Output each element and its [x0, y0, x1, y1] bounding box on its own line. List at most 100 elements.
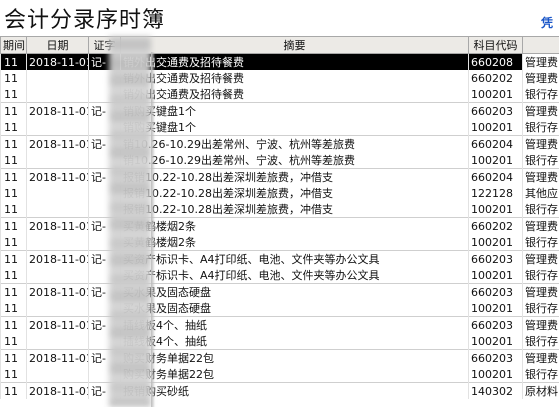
table-row[interactable]: 11 销外出交通费及招待餐费 660202 管理费	[0, 70, 559, 86]
table-row[interactable]: 11 购买财务单据22包 100201 银行存	[0, 366, 559, 383]
cell-period: 11	[0, 119, 27, 136]
cell-summary: 买资产标识卡、A4打印纸、电池、文件夹等办公文具	[120, 267, 469, 284]
table-row[interactable]: 11 2018-11-01 记- 报销购买砂纸 140302 原材料	[0, 382, 559, 399]
cell-account-code: 660203	[468, 316, 523, 333]
cell-date: 2018-11-01	[26, 382, 89, 399]
cell-period: 11	[0, 168, 27, 185]
cell-account-name: 银行存	[522, 267, 559, 284]
cell-summary: 销外出交通费及招待餐费	[120, 53, 469, 70]
cell-account-name: 管理费	[522, 168, 559, 185]
cell-account-name: 其他应	[522, 185, 559, 201]
cell-summary: 销购买键盘1个	[120, 102, 469, 119]
cell-account-code: 100201	[468, 267, 523, 284]
cell-date: 2018-11-01	[26, 283, 89, 300]
cell-account-code: 660208	[468, 53, 523, 70]
cell-account-name: 管理费	[522, 217, 559, 234]
cell-account-code: 100201	[468, 201, 523, 218]
col-header-account-code[interactable]: 科目代码	[468, 36, 523, 54]
table-row[interactable]: 11 买黄鹤楼烟2条 100201 银行存	[0, 234, 559, 251]
table-row[interactable]: 11 2018-11-01 记- 销购买键盘1个 660203 管理费	[0, 102, 559, 119]
journal-grid: 期间 日期 证字 摘要 科目代码 11 2018-11-01 记- 销外出交通费及招待…	[0, 36, 559, 407]
table-row[interactable]: 11 2018-11-01 记- 报销10.22-10.28出差深圳差旅费，冲借支 66…	[0, 168, 559, 185]
cell-summary: 销外出交通费及招待餐费	[120, 86, 469, 103]
cell-date	[26, 267, 89, 284]
voucher-link[interactable]: 凭	[541, 14, 553, 31]
cell-date	[26, 185, 89, 201]
cell-account-name: 管理费	[522, 135, 559, 152]
cell-date: 2018-11-01	[26, 168, 89, 185]
cell-summary: 买水果及固态硬盘	[120, 283, 469, 300]
cell-period: 11	[0, 102, 27, 119]
table-row[interactable]: 11 2018-11-01 记- 销10.26-10.29出差常州、宁波、杭州等差旅费…	[0, 135, 559, 152]
cell-account-name: 银行存	[522, 234, 559, 251]
cell-period: 11	[0, 152, 27, 169]
cell-account-name: 管理费	[522, 70, 559, 86]
cell-summary: 销10.26-10.29出差常州、宁波、杭州等差旅费	[120, 152, 469, 169]
table-row[interactable]: 11 销外出交通费及招待餐费 100201 银行存	[0, 86, 559, 103]
cell-summary: 报销10.22-10.28出差深圳差旅费，冲借支	[120, 201, 469, 218]
cell-account-code: 122128	[468, 185, 523, 201]
cell-summary: 报销购买砂纸	[120, 382, 469, 399]
cell-date	[26, 333, 89, 350]
cell-date	[26, 201, 89, 218]
table-row[interactable]: 11 销购买键盘1个 100201 银行存	[0, 119, 559, 136]
cell-date	[26, 300, 89, 317]
cell-period: 11	[0, 333, 27, 350]
cell-period: 11	[0, 53, 27, 70]
cell-period: 11	[0, 201, 27, 218]
col-header-summary[interactable]: 摘要	[120, 36, 469, 54]
cell-account-code: 660203	[468, 102, 523, 119]
cell-summary: 买黄鹤楼烟2条	[120, 217, 469, 234]
table-row[interactable]: 11 2018-11-01 记- 买黄鹤楼烟2条 660202 管理费	[0, 217, 559, 234]
table-row[interactable]: 11 2018-11-01 记- 插线板4个、抽纸 660203 管理费	[0, 316, 559, 333]
cell-date	[26, 86, 89, 103]
cell-summary: 销10.26-10.29出差常州、宁波、杭州等差旅费	[120, 135, 469, 152]
cell-account-name: 原材料	[522, 382, 559, 399]
table-row[interactable]: 11 报销10.22-10.28出差深圳差旅费，冲借支 100201 银行存	[0, 201, 559, 218]
table-row[interactable]: 11 2018-11-01 记- 买资产标识卡、A4打印纸、电池、文件夹等办公文具 66…	[0, 250, 559, 267]
cell-date	[26, 70, 89, 86]
privacy-blur-edge	[151, 52, 155, 407]
cell-account-name: 银行存	[522, 366, 559, 383]
cell-date: 2018-11-01	[26, 135, 89, 152]
table-row[interactable]: 11 2018-11-01 记- 购买财务单据22包 660203 管理费	[0, 349, 559, 366]
cell-date: 2018-11-01	[26, 316, 89, 333]
cell-period: 11	[0, 349, 27, 366]
cell-account-name: 管理费	[522, 283, 559, 300]
table-row[interactable]: 11 买资产标识卡、A4打印纸、电池、文件夹等办公文具 100201 银行存	[0, 267, 559, 284]
cell-period: 11	[0, 135, 27, 152]
cell-date: 2018-11-01	[26, 53, 89, 70]
cell-account-code: 660202	[468, 70, 523, 86]
cell-account-name: 管理费	[522, 316, 559, 333]
cell-date	[26, 152, 89, 169]
cell-account-name: 管理费	[522, 102, 559, 119]
cell-date: 2018-11-01	[26, 349, 89, 366]
table-row[interactable]: 11 2018-11-01 记- 买水果及固态硬盘 660203 管理费	[0, 283, 559, 300]
cell-date: 2018-11-01	[26, 250, 89, 267]
cell-period: 11	[0, 382, 27, 399]
col-header-date[interactable]: 日期	[26, 36, 89, 54]
cell-account-code: 660203	[468, 250, 523, 267]
cell-period: 11	[0, 316, 27, 333]
col-header-period[interactable]: 期间	[0, 36, 27, 54]
cell-account-code: 100201	[468, 234, 523, 251]
cell-account-name: 银行存	[522, 333, 559, 350]
cell-period: 11	[0, 234, 27, 251]
table-row[interactable]: 11 销10.26-10.29出差常州、宁波、杭州等差旅费 100201 银行存	[0, 152, 559, 169]
journal-table: 期间 日期 证字 摘要 科目代码 11 2018-11-01 记- 销外出交通费及招待…	[0, 36, 559, 399]
cell-period: 11	[0, 86, 27, 103]
cell-period: 11	[0, 283, 27, 300]
cell-summary: 报销10.22-10.28出差深圳差旅费，冲借支	[120, 168, 469, 185]
cell-summary: 买资产标识卡、A4打印纸、电池、文件夹等办公文具	[120, 250, 469, 267]
cell-account-name: 管理费	[522, 250, 559, 267]
table-row[interactable]: 11 买水果及固态硬盘 100201 银行存	[0, 300, 559, 317]
cell-account-code: 660203	[468, 349, 523, 366]
cell-account-name: 银行存	[522, 119, 559, 136]
cell-account-name: 银行存	[522, 152, 559, 169]
cell-summary: 插线板4个、抽纸	[120, 316, 469, 333]
table-row[interactable]: 11 报销10.22-10.28出差深圳差旅费，冲借支 122128 其他应	[0, 185, 559, 201]
col-header-account-name[interactable]	[522, 36, 559, 54]
cell-account-code: 100201	[468, 119, 523, 136]
table-row[interactable]: 11 2018-11-01 记- 销外出交通费及招待餐费 660208 管理费	[0, 53, 559, 70]
table-row[interactable]: 11 插线板4个、抽纸 100201 银行存	[0, 333, 559, 350]
